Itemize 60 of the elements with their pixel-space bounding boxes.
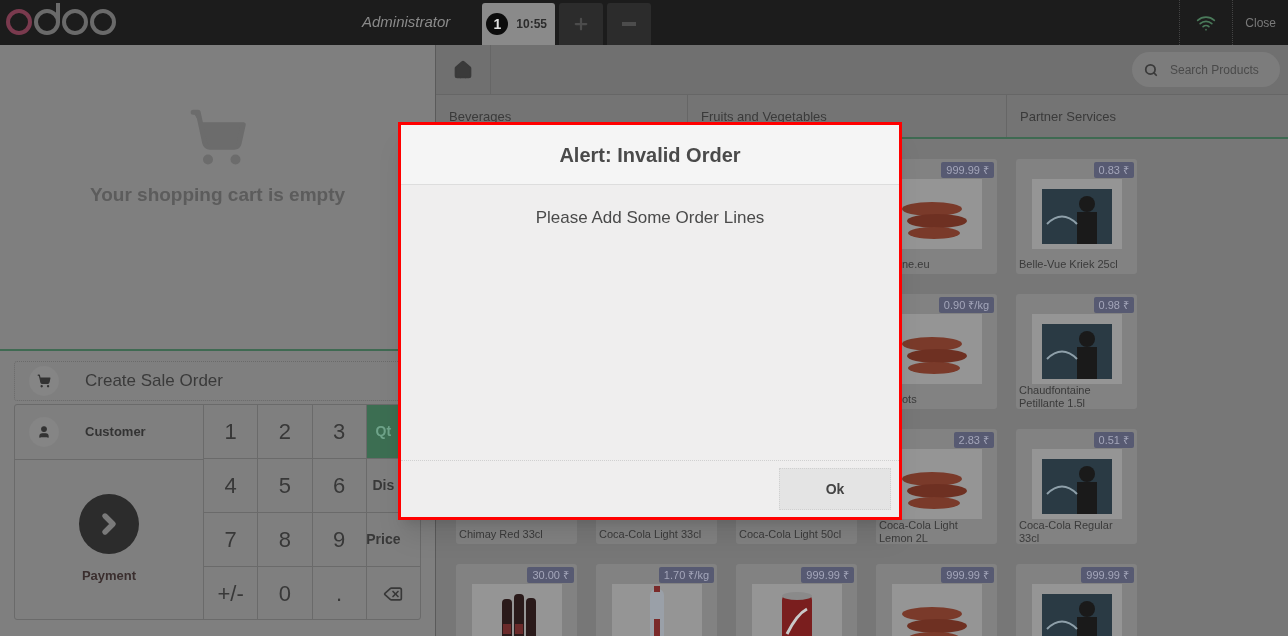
- numpad-key[interactable]: 2: [257, 404, 312, 458]
- minus-icon: [622, 22, 637, 26]
- order-tab[interactable]: 1 10:55: [482, 3, 556, 45]
- category-tab[interactable]: Partner Services: [1006, 95, 1288, 137]
- home-icon: [453, 59, 473, 80]
- order-time: 10:55: [516, 16, 547, 33]
- numpad-key[interactable]: 1: [203, 404, 258, 458]
- user-name: Administrator: [361, 12, 451, 33]
- price-tag: 30.00 ₹: [527, 567, 574, 583]
- payment-button[interactable]: Payment: [15, 459, 203, 619]
- price-tag: 999.99 ₹: [1081, 567, 1134, 583]
- product-card[interactable]: 0.51 ₹ Coca-Cola Regular 33cl: [1016, 429, 1137, 544]
- product-card[interactable]: 0.98 ₹ Chaudfontaine Petillante 1.5l: [1016, 294, 1137, 409]
- product-card[interactable]: 0.83 ₹ Belle-Vue Kriek 25cl: [1016, 159, 1137, 274]
- price-tag: 0.98 ₹: [1093, 297, 1134, 313]
- product-name: Belle-Vue Kriek 25cl: [1018, 258, 1119, 272]
- logo-icon: [5, 2, 117, 38]
- numpad-key[interactable]: 8: [257, 512, 312, 566]
- price-tag: 999.99 ₹: [941, 567, 994, 583]
- numpad-key[interactable]: 7: [203, 512, 258, 566]
- numpad-key[interactable]: 5: [257, 458, 312, 512]
- dialog-title: Alert: Invalid Order: [559, 142, 741, 168]
- price-tag: 0.90 ₹/kg: [938, 297, 994, 313]
- numpad-key[interactable]: 9: [311, 512, 366, 566]
- add-order-button[interactable]: [559, 3, 604, 45]
- product-name: Coca-Cola Light Lemon 2L: [878, 519, 959, 546]
- product-name: Coca-Cola Regular 33cl: [1018, 519, 1114, 546]
- remove-order-button[interactable]: [607, 3, 652, 45]
- product-card[interactable]: 999.99 ₹: [1016, 564, 1137, 636]
- dialog-message: Please Add Some Order Lines: [535, 207, 765, 229]
- numpad-key[interactable]: 0: [257, 566, 312, 620]
- numpad-key[interactable]: +/-: [203, 566, 258, 620]
- price-tag: 999.99 ₹: [801, 567, 854, 583]
- price-tag: 999.99 ₹: [941, 162, 994, 178]
- price-tag: 2.83 ₹: [953, 432, 994, 448]
- search-icon: [1144, 62, 1158, 77]
- order-number: 1: [486, 13, 509, 35]
- product-name: ne.eu: [901, 258, 931, 272]
- numpad-key[interactable]: .: [311, 566, 366, 620]
- product-card[interactable]: 999.99 ₹: [736, 564, 857, 636]
- product-name: Coca-Cola Light 50cl: [738, 528, 843, 542]
- product-name: Coca-Cola Light 33cl: [598, 528, 703, 542]
- product-card[interactable]: 999.99 ₹: [876, 564, 997, 636]
- customer-button[interactable]: Customer: [15, 405, 203, 459]
- person-icon: [37, 425, 51, 439]
- numpad-key[interactable]: 4: [203, 458, 258, 512]
- product-name: ots: [901, 393, 918, 407]
- ok-button[interactable]: Ok: [779, 468, 891, 510]
- product-card[interactable]: 30.00 ₹: [456, 564, 577, 636]
- product-name: Chaudfontaine Petillante 1.5l: [1018, 384, 1092, 411]
- backspace-button[interactable]: [365, 566, 420, 620]
- cart-icon: [37, 374, 51, 388]
- numpad-key[interactable]: 6: [311, 458, 366, 512]
- numpad-key[interactable]: 3: [311, 404, 366, 458]
- category-tab[interactable]: Beverages: [436, 95, 687, 137]
- price-tag: 1.70 ₹/kg: [658, 567, 714, 583]
- price-tag: 0.51 ₹: [1093, 432, 1134, 448]
- price-tag: 0.83 ₹: [1093, 162, 1134, 178]
- product-card[interactable]: 1.70 ₹/kg: [596, 564, 717, 636]
- product-name: Chimay Red 33cl: [458, 528, 544, 542]
